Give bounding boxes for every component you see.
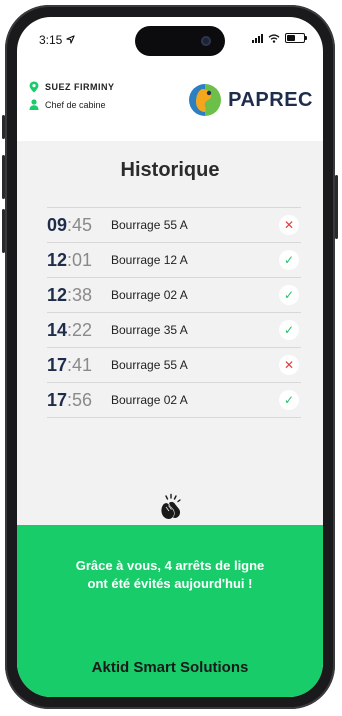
app-screen: 3:15 SUEZ FIRMINY Chef de cabine PAPREC … <box>17 17 323 697</box>
row-label: Bourrage 55 A <box>111 218 188 232</box>
history-list: 09:45 Bourrage 55 A ✕ 12:01 Bourrage 12 … <box>47 207 301 418</box>
impact-banner: Grâce à vous, 4 arrêts de ligne ont été … <box>17 525 323 697</box>
history-row[interactable]: 12:38 Bourrage 02 A ✓ <box>47 278 301 313</box>
role-info: Chef de cabine <box>29 99 106 110</box>
row-label: Bourrage 02 A <box>111 393 188 407</box>
history-row[interactable]: 17:41 Bourrage 55 A ✕ <box>47 348 301 383</box>
power-button <box>335 175 338 239</box>
paprec-logo: PAPREC <box>188 83 313 117</box>
history-row[interactable]: 14:22 Bourrage 35 A ✓ <box>47 313 301 348</box>
volume-down-button <box>2 209 5 253</box>
phone-frame: 3:15 SUEZ FIRMINY Chef de cabine PAPREC … <box>2 5 338 709</box>
success-check-icon: ✓ <box>279 320 299 340</box>
signal-icon <box>252 33 263 43</box>
row-minute: :41 <box>67 354 93 375</box>
app-header: SUEZ FIRMINY Chef de cabine PAPREC <box>17 69 323 141</box>
camera-icon <box>201 36 211 46</box>
success-check-icon: ✓ <box>279 250 299 270</box>
user-icon <box>29 99 39 110</box>
impact-message-line1: Grâce à vous, 4 arrêts de ligne <box>75 558 265 573</box>
failure-icon: ✕ <box>279 355 299 375</box>
row-time: 09:45 <box>47 215 111 236</box>
history-row[interactable]: 09:45 Bourrage 55 A ✕ <box>47 207 301 243</box>
footer-brand: Aktid Smart Solutions <box>91 659 249 676</box>
row-minute: :56 <box>67 389 93 410</box>
row-hour: 09 <box>47 214 68 235</box>
status-bar: 3:15 <box>17 17 323 61</box>
site-name: SUEZ FIRMINY <box>45 82 115 92</box>
status-icons <box>252 33 307 43</box>
dynamic-island <box>135 26 225 56</box>
row-minute: :22 <box>67 319 93 340</box>
success-check-icon: ✓ <box>279 285 299 305</box>
failure-icon: ✕ <box>279 215 299 235</box>
row-minute: :38 <box>67 284 93 305</box>
row-time: 12:01 <box>47 250 111 271</box>
volume-up-button <box>2 155 5 199</box>
history-panel: Historique 09:45 Bourrage 55 A ✕ 12:01 B… <box>17 141 323 525</box>
paprec-logo-icon <box>189 84 222 116</box>
row-hour: 12 <box>47 284 68 305</box>
impact-message: Grâce à vous, 4 arrêts de ligne ont été … <box>37 557 303 593</box>
row-label: Bourrage 02 A <box>111 288 188 302</box>
row-time: 17:56 <box>47 390 111 411</box>
row-label: Bourrage 55 A <box>111 358 188 372</box>
brand-name: PAPREC <box>228 88 313 111</box>
row-hour: 17 <box>47 389 68 410</box>
history-row[interactable]: 17:56 Bourrage 02 A ✓ <box>47 383 301 418</box>
site-info: SUEZ FIRMINY <box>29 81 115 93</box>
history-row[interactable]: 12:01 Bourrage 12 A ✓ <box>47 243 301 278</box>
action-button <box>2 115 5 139</box>
status-time: 3:15 <box>39 33 75 47</box>
row-minute: :01 <box>67 249 93 270</box>
page-title: Historique <box>120 159 220 181</box>
wifi-icon <box>268 33 280 43</box>
row-minute: :45 <box>67 214 93 235</box>
row-hour: 12 <box>47 249 68 270</box>
role-name: Chef de cabine <box>45 99 106 110</box>
row-time: 17:41 <box>47 355 111 376</box>
location-pin-icon <box>29 81 39 93</box>
row-time: 12:38 <box>47 285 111 306</box>
battery-icon <box>285 33 307 43</box>
location-arrow-icon <box>66 35 75 44</box>
impact-message-line2: ont été évités aujourd'hui ! <box>87 576 253 591</box>
row-time: 14:22 <box>47 320 111 341</box>
success-check-icon: ✓ <box>279 390 299 410</box>
row-hour: 14 <box>47 319 68 340</box>
row-hour: 17 <box>47 354 68 375</box>
row-label: Bourrage 35 A <box>111 323 188 337</box>
clapping-hands-icon <box>161 493 181 520</box>
row-label: Bourrage 12 A <box>111 253 188 267</box>
